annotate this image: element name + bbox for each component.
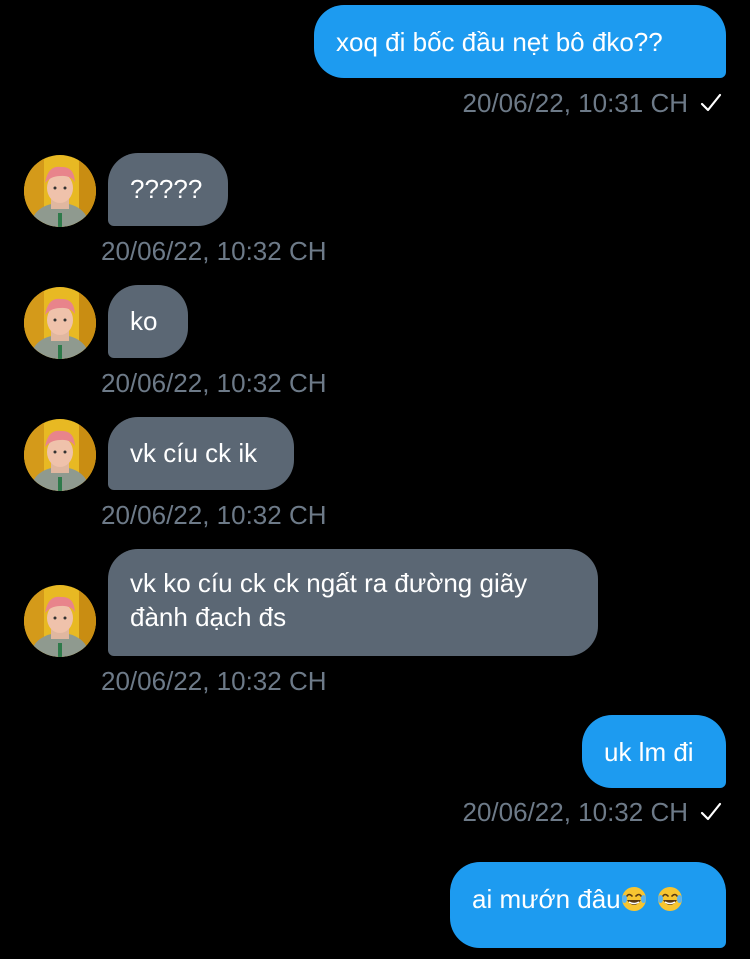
incoming-message-bubble[interactable]: vk cíu ck ik: [108, 417, 294, 490]
message-text: uk lm đi: [604, 737, 694, 767]
message-timestamp: 20/06/22, 10:32 CH: [101, 666, 327, 696]
message-text: ai mướn đâu: [472, 884, 621, 914]
outgoing-message-bubble[interactable]: ai mướn đâu: [450, 862, 726, 948]
outgoing-message-bubble[interactable]: xoq đi bốc đầu nẹt bô đko??: [314, 5, 726, 78]
timestamp-text: 20/06/22, 10:32 CH: [462, 797, 689, 827]
avatar-image: [24, 155, 96, 227]
avatar-image: [24, 585, 96, 657]
message-text-row: ai mướn đâu: [472, 882, 704, 916]
message-text-line-2: đành đạch đs: [130, 602, 287, 632]
contact-avatar[interactable]: [24, 155, 96, 227]
message-text: vk cíu ck ik: [130, 438, 258, 468]
message-timestamp: 20/06/22, 10:32 CH: [101, 368, 327, 398]
avatar-image: [24, 287, 96, 359]
message-timestamp: 20/06/22, 10:32 CH: [463, 797, 723, 827]
incoming-message-bubble[interactable]: ?????: [108, 153, 228, 226]
contact-avatar[interactable]: [24, 287, 96, 359]
message-text: ?????: [130, 174, 203, 204]
check-icon: [700, 93, 722, 112]
face-with-tears-of-joy-icon: [621, 887, 646, 911]
message-timestamp: 20/06/22, 10:32 CH: [101, 236, 327, 266]
message-text-line-1: vk ko cíu ck ck ngất ra đường giãy: [130, 568, 528, 598]
face-with-tears-of-joy-icon: [657, 887, 682, 911]
avatar-image: [24, 419, 96, 491]
message-text: ko: [130, 306, 158, 336]
outgoing-message-bubble[interactable]: uk lm đi: [582, 715, 726, 788]
contact-avatar[interactable]: [24, 585, 96, 657]
check-icon: [700, 802, 722, 821]
message-timestamp: 20/06/22, 10:31 CH: [463, 88, 723, 118]
contact-avatar[interactable]: [24, 419, 96, 491]
message-text: xoq đi bốc đầu nẹt bô đko??: [336, 27, 663, 57]
incoming-message-bubble[interactable]: ko: [108, 285, 188, 358]
incoming-message-bubble[interactable]: vk ko cíu ck ck ngất ra đường giãy đành …: [108, 549, 598, 656]
message-timestamp: 20/06/22, 10:32 CH: [101, 500, 327, 530]
timestamp-text: 20/06/22, 10:31 CH: [462, 88, 689, 118]
